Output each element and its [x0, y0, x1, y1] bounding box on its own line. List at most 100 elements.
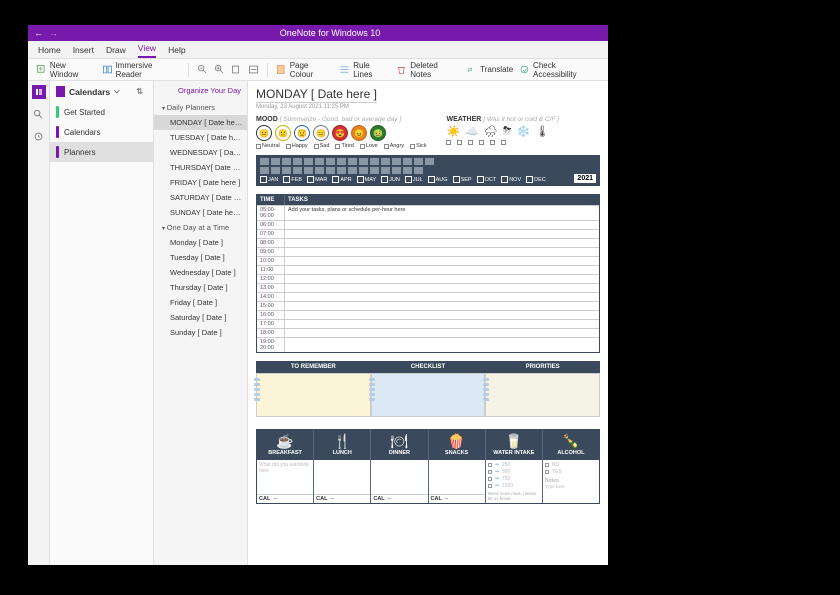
app-window: ← → OneNote for Windows 10 Home Insert D… [28, 25, 608, 565]
page-item[interactable]: SATURDAY [ Date h... [154, 190, 247, 205]
page-item[interactable]: Wednesday [ Date ] [154, 265, 247, 280]
translate-button[interactable]: ⇄ Translate [466, 64, 513, 75]
meal-cell[interactable] [429, 460, 485, 494]
group-daily-planners[interactable]: Daily Planners [154, 100, 247, 115]
zoom-100-button[interactable] [231, 64, 242, 75]
month-checkbox[interactable]: JUL [405, 176, 423, 183]
page-item[interactable]: Thursday [ Date ] [154, 280, 247, 295]
mood-angry-icon[interactable]: 😠 [351, 125, 367, 141]
page-item[interactable]: THURSDAY[ Date he... [154, 160, 247, 175]
sched-cell[interactable] [285, 239, 599, 247]
tab-home[interactable]: Home [38, 45, 61, 58]
month-checkbox[interactable]: AUG [428, 176, 448, 183]
sched-cell[interactable] [285, 275, 599, 283]
page-item[interactable]: Saturday [ Date ] [154, 310, 247, 325]
page-width-button[interactable] [248, 64, 259, 75]
immersive-reader-button[interactable]: Immersive Reader [102, 61, 180, 79]
sched-cell[interactable]: Add your tasks, plans or schedule per-ho… [285, 206, 599, 220]
tab-draw[interactable]: Draw [106, 45, 126, 58]
mood-checkbox[interactable]: Tired [335, 143, 353, 149]
page-title[interactable]: MONDAY [ Date here ] [256, 87, 377, 103]
cloud-icon[interactable]: ☁️ [465, 125, 479, 138]
back-icon[interactable]: ← [34, 28, 43, 38]
mood-sad-icon[interactable]: 😟 [294, 125, 310, 141]
zoom-out-button[interactable] [197, 64, 208, 75]
forward-icon[interactable]: → [49, 28, 58, 38]
meal-cell[interactable] [371, 460, 427, 494]
sched-cell[interactable] [285, 266, 599, 274]
tab-help[interactable]: Help [168, 45, 185, 58]
month-checkbox[interactable]: JUN [381, 176, 400, 183]
section-planners[interactable]: Planners [50, 142, 153, 162]
zoom-in-button[interactable] [214, 64, 225, 75]
month-checkbox[interactable]: NOV [501, 176, 521, 183]
sched-cell[interactable] [285, 311, 599, 319]
navigation-icon[interactable] [32, 85, 46, 99]
page-item[interactable]: Tuesday [ Date ] [154, 250, 247, 265]
meal-cell[interactable]: What did you eat/drink here [257, 460, 313, 494]
page-item[interactable]: WEDNESDAY [ Date... [154, 145, 247, 160]
page-item[interactable]: Friday [ Date ] [154, 295, 247, 310]
sched-cell[interactable] [285, 284, 599, 292]
page-item[interactable]: Monday [ Date ] [154, 235, 247, 250]
meals-table: ☕BREAKFASTWhat did you eat/drink hereCAL… [256, 429, 600, 504]
rain-icon[interactable]: 🌧 [484, 125, 498, 138]
mood-checkbox[interactable]: Neutral [256, 143, 280, 149]
sched-cell[interactable] [285, 320, 599, 328]
month-checkbox[interactable]: APR [332, 176, 351, 183]
page-item[interactable]: TUESDAY [ Date her... [154, 130, 247, 145]
group-one-day[interactable]: One Day at a Time [154, 220, 247, 235]
mood-checkbox[interactable]: Sick [410, 143, 426, 149]
mood-checkbox[interactable]: Angry [384, 143, 404, 149]
month-checkbox[interactable]: FEB [283, 176, 302, 183]
mood-tired-icon[interactable]: 😑 [313, 125, 329, 141]
mood-sick-icon[interactable]: 🤢 [370, 125, 386, 141]
month-checkbox[interactable]: DEC [526, 176, 546, 183]
sched-cell[interactable] [285, 257, 599, 265]
page-item[interactable]: Sunday [ Date ] [154, 325, 247, 340]
page-colour-button[interactable]: Page Colour [276, 61, 334, 79]
page-item[interactable]: SUNDAY [ Date here ] [154, 205, 247, 220]
remember-box[interactable] [256, 373, 371, 417]
sort-icon[interactable]: ⇅ [136, 87, 143, 96]
rule-lines-button[interactable]: Rule Lines [339, 61, 390, 79]
sun-icon[interactable]: ☀️ [446, 125, 460, 138]
sched-cell[interactable] [285, 329, 599, 337]
sched-cell[interactable] [285, 230, 599, 238]
deleted-notes-button[interactable]: Deleted Notes [396, 61, 460, 79]
search-icon[interactable] [32, 107, 46, 121]
sched-cell[interactable] [285, 248, 599, 256]
storm-icon[interactable]: ⛈ [503, 125, 512, 138]
sched-cell[interactable] [285, 302, 599, 310]
month-checkbox[interactable]: MAR [307, 176, 327, 183]
mood-neutral-icon[interactable]: 😐 [256, 125, 272, 141]
page-item[interactable]: MONDAY [ Date her... [154, 115, 247, 130]
sched-cell[interactable] [285, 293, 599, 301]
sched-cell[interactable] [285, 221, 599, 229]
meal-cell[interactable] [314, 460, 370, 494]
month-checkbox[interactable]: JAN [260, 176, 278, 183]
sched-cell[interactable] [285, 338, 599, 352]
priorities-box[interactable] [485, 373, 600, 417]
recent-icon[interactable] [32, 129, 46, 143]
month-checkbox[interactable]: OCT [477, 176, 497, 183]
new-window-button[interactable]: New Window [36, 61, 96, 79]
mood-love-icon[interactable]: 😍 [332, 125, 348, 141]
mood-checkbox[interactable]: Sad [314, 143, 330, 149]
month-checkbox[interactable]: SEP [453, 176, 472, 183]
notebook-dropdown[interactable]: Calendars ⌵ ⇅ [50, 81, 153, 102]
mood-checkbox[interactable]: Love [360, 143, 378, 149]
wind-icon[interactable]: 🌡 [535, 125, 549, 138]
tab-insert[interactable]: Insert [73, 45, 94, 58]
section-get-started[interactable]: Get Started [50, 102, 153, 122]
accessibility-button[interactable]: Check Accessibility [519, 61, 600, 79]
section-calendars[interactable]: Calendars [50, 122, 153, 142]
snow-icon[interactable]: ❄️ [517, 125, 531, 138]
tab-view[interactable]: View [138, 43, 156, 58]
checklist-box[interactable] [371, 373, 486, 417]
mood-checkbox[interactable]: Happy [286, 143, 308, 149]
page-item[interactable]: FRIDAY [ Date here ] [154, 175, 247, 190]
month-checkbox[interactable]: MAY [357, 176, 377, 183]
page-canvas[interactable]: MONDAY [ Date here ] Monday, 23 August 2… [248, 81, 608, 565]
mood-happy-icon[interactable]: 🙂 [275, 125, 291, 141]
